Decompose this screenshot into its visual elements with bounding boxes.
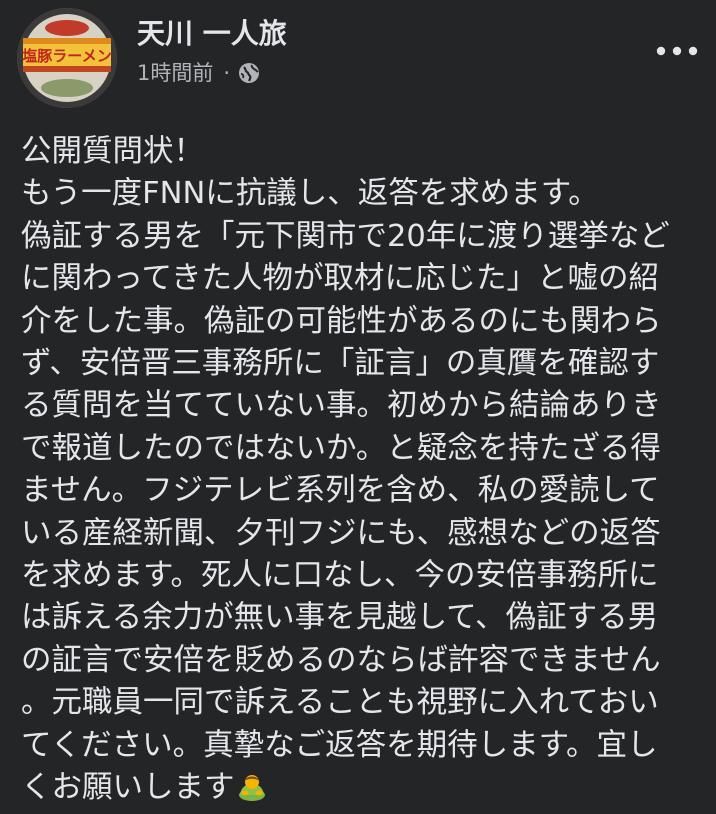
post-line: 。元職員一同で訴えることも視野に入れておい [21, 685, 659, 721]
timestamp[interactable]: 1時間前 [137, 60, 213, 86]
post-text: 公開質問状！ もう一度FNNに抗議し、返答を求めます。 偽証する男を「元下関市で… [21, 131, 701, 810]
post-line: に関わってきた人物が取材に応じた」と嘘の紹 [21, 261, 660, 297]
post-line: ず、安倍晋三事務所に「証言」の真贋を確認す [21, 346, 660, 382]
avatar[interactable]: 塩豚ラーメン [17, 8, 117, 108]
post-meta: 1時間前 · [137, 60, 287, 86]
ramen-cup-avatar-icon: 塩豚ラーメン [17, 8, 117, 108]
post-line: 偽証する男を「元下関市で20年に渡り選挙など [21, 218, 670, 254]
post-line: で報道したのではないか。と疑念を持たざる得 [21, 430, 661, 466]
meta-separator: · [223, 61, 231, 85]
post-line: の証言で安倍を貶めるのならば許容できません [21, 642, 661, 678]
post-line: 介をした事。偽証の可能性があるのにも関わら [21, 303, 662, 339]
more-options-button[interactable] [652, 34, 702, 68]
avatar-logo-text: 塩豚ラーメン [22, 47, 111, 65]
author-name[interactable]: 天川 一人旅 [137, 14, 287, 54]
post-header: 塩豚ラーメン 天川 一人旅 1時間前 · [0, 0, 716, 118]
post-line-text: くお願いします [21, 770, 235, 806]
post-line: を求めます。死人に口なし、今の安倍事務所に [21, 558, 659, 594]
person-bowing-emoji-icon [237, 771, 267, 802]
post-line: ません。フジテレビ系列を含め、私の愛読して [21, 473, 660, 509]
post-line: 公開質問状！ [21, 134, 204, 169]
post-line: てください。真摯なご返答を期待します。宜し [21, 727, 658, 763]
author-block: 天川 一人旅 1時間前 · [137, 14, 287, 86]
globe-icon[interactable] [238, 62, 260, 84]
post-line: いる産経新聞、夕刊フジにも、感想などの返答 [21, 515, 661, 551]
more-horizontal-icon [656, 46, 698, 56]
post-line: もう一度FNNに抗議し、返答を求めます。 [21, 176, 599, 212]
post-line: る質問を当てていない事。初めから結論ありき [21, 388, 662, 424]
post-line: は訴える余力が無い事を見越して、偽証する男 [21, 600, 659, 636]
post-line-last: くお願いします [21, 767, 701, 809]
